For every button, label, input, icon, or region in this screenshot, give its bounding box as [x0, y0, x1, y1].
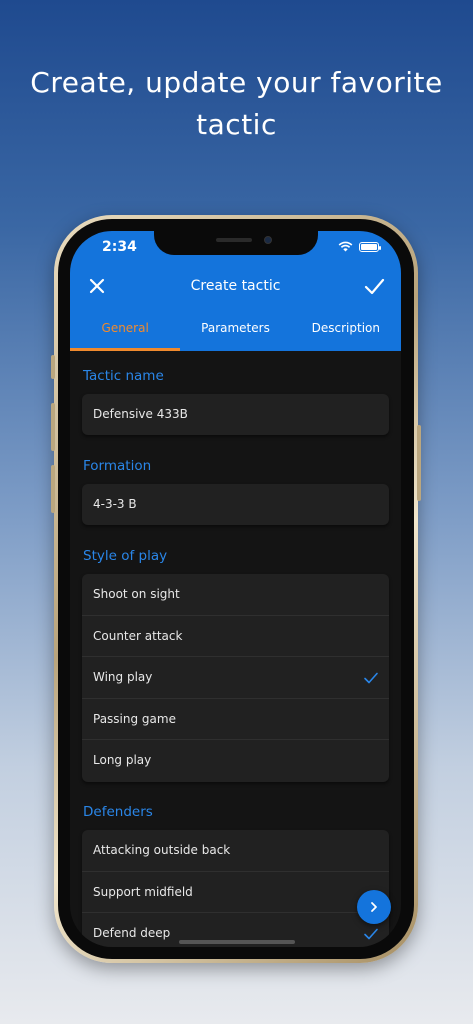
style-option-label: Shoot on sight: [93, 587, 180, 601]
defender-option-label: Defend deep: [93, 926, 171, 941]
app-bar: 2:34 Create tactic General Parameters De…: [70, 231, 401, 351]
battery-icon: [359, 241, 381, 252]
toolbar-title: Create tactic: [190, 278, 281, 294]
phone-volume-down: [51, 465, 55, 513]
phone-screen: 2:34 Create tactic General Parameters De…: [70, 231, 401, 947]
defender-option-support-midfield[interactable]: Support midfield: [82, 872, 389, 914]
home-indicator: [179, 940, 295, 944]
notch: [154, 231, 318, 255]
defenders-label: Defenders: [83, 804, 153, 820]
style-of-play-label: Style of play: [83, 548, 168, 564]
style-option-long-play[interactable]: Long play: [82, 740, 389, 782]
defender-option-label: Attacking outside back: [93, 843, 231, 857]
wifi-icon: [338, 241, 353, 252]
tab-description[interactable]: Description: [291, 311, 401, 351]
formation-card: 4-3-3 B: [82, 484, 389, 525]
tactic-name-label: Tactic name: [83, 368, 164, 384]
defenders-list: Attacking outside back Support midfield …: [82, 830, 389, 947]
phone-power-button: [417, 425, 421, 501]
promo-headline-line1: Create, update your favorite: [30, 66, 443, 99]
speaker-grille: [216, 238, 252, 242]
formation-field[interactable]: 4-3-3 B: [82, 484, 389, 525]
style-option-passing-game[interactable]: Passing game: [82, 699, 389, 741]
promo-headline-line2: tactic: [196, 108, 277, 141]
selected-check-icon: [364, 928, 378, 940]
front-camera: [264, 236, 272, 244]
defender-option-label: Support midfield: [93, 884, 193, 899]
tactic-name-field[interactable]: Defensive 433B: [82, 394, 389, 435]
tactic-name-card: Defensive 433B: [82, 394, 389, 435]
chevron-right-icon: [371, 902, 377, 912]
formation-label: Formation: [83, 458, 152, 474]
style-option-label: Long play: [93, 753, 152, 768]
tab-parameters[interactable]: Parameters: [180, 311, 290, 351]
status-time: 2:34: [102, 239, 137, 255]
check-icon[interactable]: [363, 275, 385, 297]
phone-volume-up: [51, 403, 55, 451]
next-fab-button[interactable]: [357, 890, 391, 924]
style-option-wing-play[interactable]: Wing play: [82, 657, 389, 699]
status-icons: [338, 241, 381, 252]
tab-bar: General Parameters Description: [70, 311, 401, 351]
style-option-label: Passing game: [93, 711, 176, 726]
style-option-shoot-on-sight[interactable]: Shoot on sight: [82, 574, 389, 616]
style-option-label: Wing play: [93, 670, 153, 685]
style-option-counter-attack[interactable]: Counter attack: [82, 616, 389, 658]
phone-side-button: [51, 355, 55, 379]
style-option-label: Counter attack: [93, 628, 183, 643]
tab-general[interactable]: General: [70, 311, 181, 351]
defender-option-attacking-outside-back[interactable]: Attacking outside back: [82, 830, 389, 872]
style-of-play-list: Shoot on sight Counter attack Wing play …: [82, 574, 389, 782]
promo-headline: Create, update your favorite tactic: [0, 62, 473, 146]
selected-check-icon: [364, 672, 378, 684]
